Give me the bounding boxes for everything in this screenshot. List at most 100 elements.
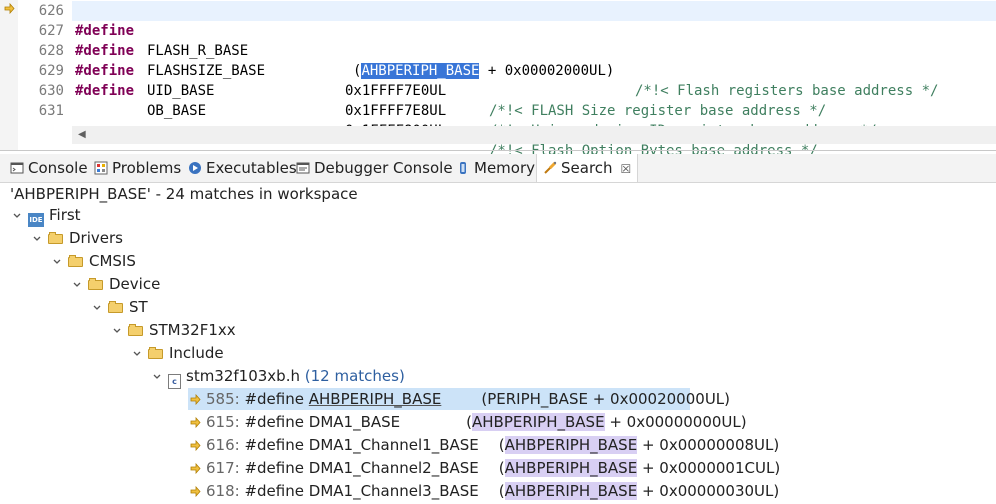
match-line-number: 617: [206,459,240,477]
code-line-626[interactable]: #define FLASH_R_BASE (AHBPERIPH_BASE + 0… [75,1,938,99]
folder-icon [68,255,84,267]
tree-node-folder[interactable]: Include [130,342,224,364]
macro-name: FLASHSIZE_BASE [147,63,266,79]
editor-ruler [0,0,18,150]
match-value: + 0x00000030UL) [637,482,780,500]
tree-node-label: Drivers [69,229,123,247]
define-keyword: #define [75,83,135,99]
chevron-down-icon[interactable] [30,229,44,251]
tab-executables[interactable]: Executables [188,154,297,182]
scroll-left-arrow-icon[interactable]: ◀ [78,129,86,140]
folder-icon [128,324,144,336]
line-number: 628 [38,43,64,59]
tree-node-label: stm32f103xb.h [186,367,300,385]
chevron-down-icon[interactable] [150,367,164,389]
tab-label: Problems [112,159,182,177]
tab-memory[interactable]: Memory [456,154,535,182]
folder-icon [108,301,124,313]
tab-search[interactable]: Search ☒ [536,154,639,182]
chevron-down-icon[interactable] [50,252,64,274]
match-macro-name: DMA1_Channel3_BASE [308,482,479,500]
match-value: + 0x00000008UL) [637,436,780,454]
code-line-629[interactable]: #define OB_BASE 0x1FFFF800UL /*!< Flash … [75,61,818,159]
tree-node-project[interactable]: IDE First [10,204,81,228]
macro-value: 0x1FFFF7E8UL [345,103,447,119]
tree-node-folder[interactable]: ST [90,296,148,318]
selected-text[interactable]: AHBPERIPH_BASE [361,63,480,79]
folder-icon [88,278,104,290]
line-number: 631 [38,103,64,119]
line-number: 626 [38,3,64,19]
code-comment: /*!< FLASH Size register base address */ [489,103,827,119]
value-suffix: + 0x00002000UL) [479,63,615,79]
ide-project-icon: IDE [28,213,44,227]
search-match-row[interactable]: 616: #define DMA1_Channel1_BASE (AHBPERIP… [188,434,779,456]
folder-icon [48,232,64,244]
search-match-row[interactable]: 585: #define AHBPERIPH_BASE (PERIPH_BASE … [188,388,730,412]
match-value: + 0x00000000UL) [604,413,747,431]
code-editor[interactable]: 626 627 628 629 630 631 #define FLASH_R_… [0,0,996,159]
match-keyword: #define [244,459,304,477]
tab-debugger-console[interactable]: Debugger Console [296,154,453,182]
match-keyword: #define [244,413,304,431]
tree-node-folder[interactable]: STM32F1xx [110,319,236,341]
close-tab-icon[interactable]: ☒ [621,162,632,176]
chevron-down-icon[interactable] [130,344,144,366]
tab-problems[interactable]: Problems [94,154,181,182]
tree-node-folder[interactable]: CMSIS [50,250,136,272]
code-line-628[interactable]: #define UID_BASE 0x1FFFF7E8UL /*!< Uniqu… [75,41,877,139]
macro-value: (AHBPERIPH_BASE + 0x00002000UL) [353,61,614,81]
match-arrow-icon [188,413,202,435]
tree-node-folder[interactable]: Drivers [30,227,123,249]
chevron-down-icon[interactable] [90,298,104,320]
match-arrow-icon [188,482,202,504]
match-highlight: AHBPERIPH_BASE [504,436,638,454]
chevron-down-icon[interactable] [70,275,84,297]
match-line-number: 615: [206,413,240,431]
search-match-row[interactable]: 615: #define DMA1_BASE (AHBPERIPH_BASE + … [188,411,747,433]
chevron-down-icon[interactable] [110,321,124,343]
search-icon [543,156,557,174]
macro-name: FLASH_R_BASE [147,43,249,59]
code-comment: /*!< Flash registers base address */ [635,83,939,99]
executables-icon [188,156,202,174]
match-line-number: 585: [206,390,240,408]
tab-label: Search [561,159,613,177]
chevron-down-icon[interactable] [10,206,24,228]
tree-node-label: ST [129,298,148,316]
tree-node-folder[interactable]: Device [70,273,160,295]
divider [0,150,996,151]
search-match-row[interactable]: 617: #define DMA1_Channel2_BASE (AHBPERIP… [188,457,780,479]
line-number: 627 [38,23,64,39]
tree-node-label: Include [169,344,224,362]
tree-node-label: Device [109,275,161,293]
macro-value: 0x1FFFF7E0UL [345,83,447,99]
macro-name: OB_BASE [147,103,207,119]
match-keyword: #define [244,482,304,500]
match-highlight: AHBPERIPH_BASE [504,459,638,477]
tab-label: Debugger Console [314,159,453,177]
match-macro-name: DMA1_BASE [308,413,401,431]
match-arrow-icon [188,390,202,412]
match-line-number: 618: [206,482,240,500]
match-macro-name: DMA1_Channel2_BASE [308,459,479,477]
horizontal-scrollbar[interactable]: ◀ [72,126,996,144]
tree-node-label: CMSIS [89,252,136,270]
tree-node-label: STM32F1xx [149,321,236,339]
match-highlight: AHBPERIPH_BASE [504,482,638,500]
match-keyword: #define [244,436,304,454]
match-arrow-icon [188,459,202,481]
match-arrow-icon [188,436,202,458]
debugger-console-icon [296,156,310,174]
line-number: 630 [38,83,64,99]
current-line-highlight [72,1,996,21]
match-highlight: AHBPERIPH_BASE [471,413,605,431]
tree-node-file[interactable]: c stm32f103xb.h (12 matches) [150,365,405,389]
tab-label: Executables [206,159,297,177]
search-summary: 'AHBPERIPH_BASE' - 24 matches in workspa… [10,185,358,203]
match-macro-name: DMA1_Channel1_BASE [308,436,479,454]
code-line-627[interactable]: #define FLASHSIZE_BASE 0x1FFFF7E0UL /*!<… [75,21,826,119]
memory-icon [456,156,470,174]
tab-console[interactable]: Console [10,154,88,182]
match-value: (PERIPH_BASE + 0x00020000UL) [481,390,731,408]
